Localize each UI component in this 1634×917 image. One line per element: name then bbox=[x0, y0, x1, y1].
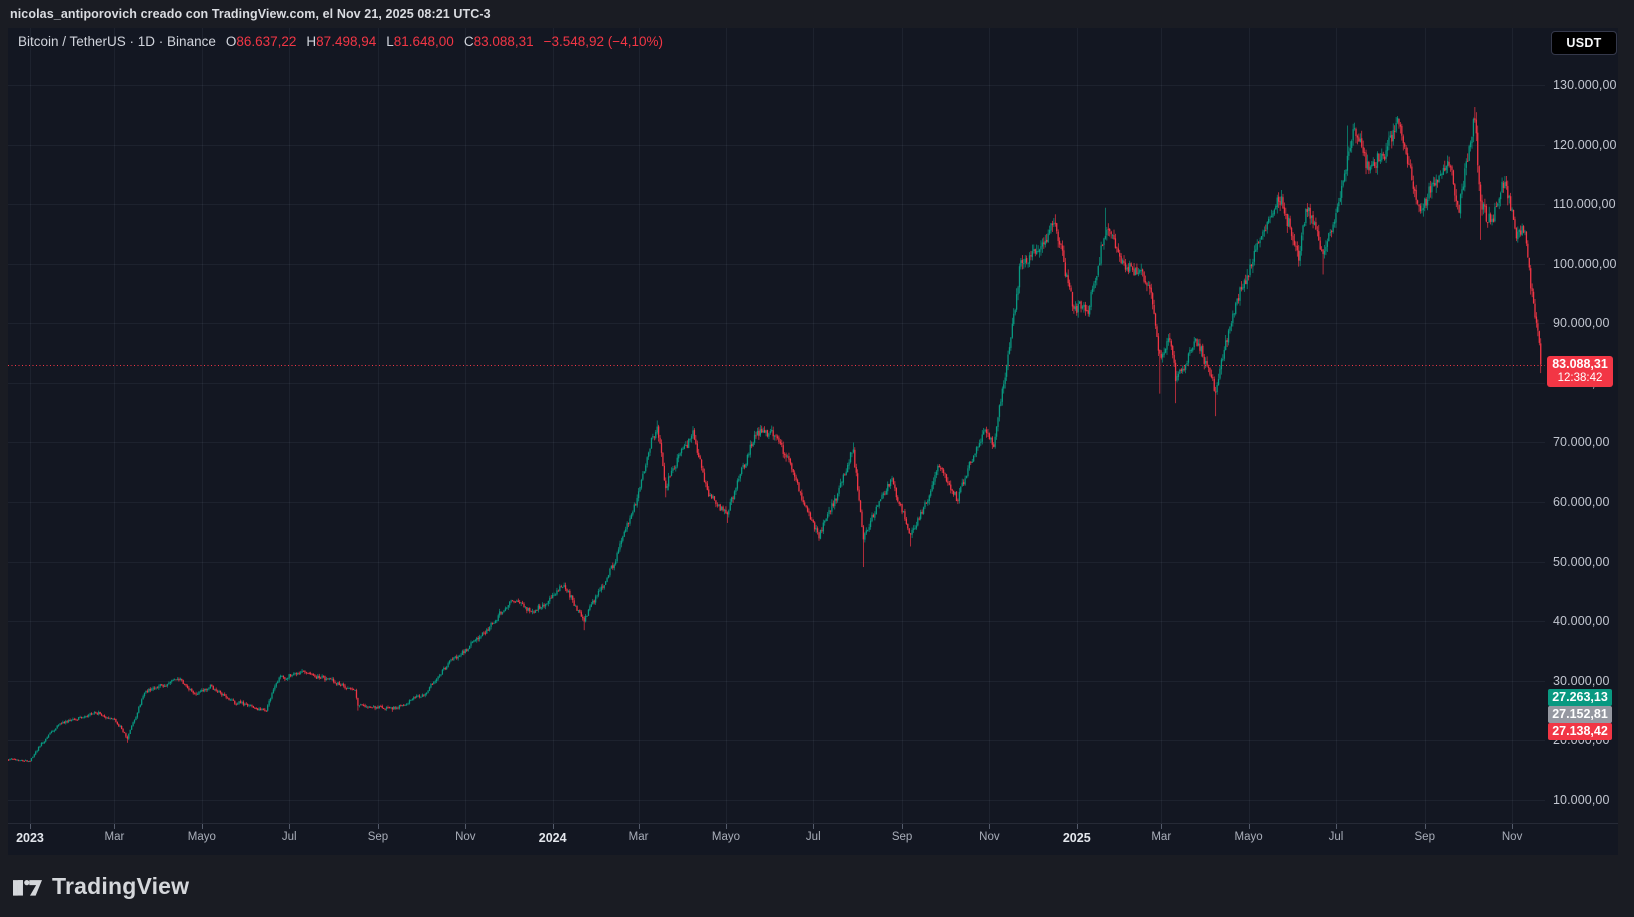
time-tick-month-label: Jul bbox=[1329, 831, 1344, 843]
time-tick-year-label: 2023 bbox=[16, 831, 44, 845]
time-tick-year-label: 2024 bbox=[539, 831, 567, 845]
stacked-price-badge-neutral: 27.152,81 bbox=[1548, 706, 1612, 723]
time-tick-month-label: Jul bbox=[806, 831, 821, 843]
time-tick-month-label: Sep bbox=[892, 831, 912, 843]
price-tick-label: 30.000,00 bbox=[1553, 674, 1610, 688]
close-value: 83.088,31 bbox=[474, 34, 534, 49]
high-value: 87.498,94 bbox=[316, 34, 376, 49]
ohlc-high: H87.498,94 bbox=[306, 34, 376, 49]
time-tick-year-label: 2025 bbox=[1063, 831, 1091, 845]
price-tick-label: 70.000,00 bbox=[1553, 435, 1610, 449]
time-tick-month-label: Nov bbox=[979, 831, 999, 843]
time-tick-month-label: Nov bbox=[455, 831, 475, 843]
ohlc-close: C83.088,31 bbox=[464, 34, 534, 49]
price-tick-label: 50.000,00 bbox=[1553, 555, 1610, 569]
time-tick-month-label: Mayo bbox=[1235, 831, 1263, 843]
stacked-price-badge-up: 27.263,13 bbox=[1548, 689, 1612, 706]
low-prefix: L bbox=[386, 34, 394, 49]
price-tick-label: 110.000,00 bbox=[1553, 197, 1616, 211]
ohlc-open: O86.637,22 bbox=[226, 34, 297, 49]
close-prefix: C bbox=[464, 34, 474, 49]
time-tick-month-label: Sep bbox=[368, 831, 388, 843]
time-tick-month-label: Mar bbox=[105, 831, 125, 843]
open-prefix: O bbox=[226, 34, 237, 49]
time-tick-month-label: Mar bbox=[1151, 831, 1171, 843]
price-tick-label: 60.000,00 bbox=[1553, 495, 1610, 509]
candlestick-chart-canvas[interactable] bbox=[8, 28, 1618, 855]
stacked-price-badge-down: 27.138,42 bbox=[1548, 723, 1612, 740]
price-tick-label: 100.000,00 bbox=[1553, 257, 1617, 271]
chart-legend: Bitcoin / TetherUS · 1D · Binance O86.637… bbox=[18, 32, 663, 50]
price-tick-label: 90.000,00 bbox=[1553, 316, 1610, 330]
time-tick-month-label: Mayo bbox=[188, 831, 216, 843]
footer-bar: TradingView bbox=[0, 855, 1634, 917]
price-tick-label: 10.000,00 bbox=[1553, 793, 1610, 807]
time-tick-month-label: Mar bbox=[629, 831, 649, 843]
change-value: −3.548,92 (−4,10%) bbox=[544, 34, 663, 49]
tradingview-logo-icon[interactable] bbox=[13, 874, 42, 899]
time-tick-month-label: Jul bbox=[282, 831, 297, 843]
time-tick-month-label: Mayo bbox=[712, 831, 740, 843]
time-tick-month-label: Nov bbox=[1502, 831, 1522, 843]
time-tick-month-label: Sep bbox=[1415, 831, 1435, 843]
current-price-label: 83.088,31 bbox=[1547, 357, 1613, 372]
open-value: 86.637,22 bbox=[236, 34, 296, 49]
attribution-bar: nicolas_antiporovich creado con TradingV… bbox=[0, 0, 1634, 28]
attribution-text: nicolas_antiporovich creado con TradingV… bbox=[10, 7, 491, 21]
price-tick-label: 130.000,00 bbox=[1553, 78, 1617, 92]
current-price-badge: 83.088,3112:38:42 bbox=[1547, 356, 1613, 387]
symbol-title[interactable]: Bitcoin / TetherUS · 1D · Binance bbox=[18, 34, 216, 49]
price-tick-label: 40.000,00 bbox=[1553, 614, 1610, 628]
price-tick-label: 120.000,00 bbox=[1553, 138, 1617, 152]
high-prefix: H bbox=[306, 34, 316, 49]
tradingview-brand-text: TradingView bbox=[52, 873, 189, 900]
currency-button[interactable]: USDT bbox=[1551, 31, 1617, 55]
bar-close-countdown: 12:38:42 bbox=[1547, 372, 1613, 385]
chart-widget: Bitcoin / TetherUS · 1D · Binance O86.637… bbox=[8, 28, 1618, 855]
low-value: 81.648,00 bbox=[394, 34, 454, 49]
ohlc-low: L81.648,00 bbox=[386, 34, 454, 49]
